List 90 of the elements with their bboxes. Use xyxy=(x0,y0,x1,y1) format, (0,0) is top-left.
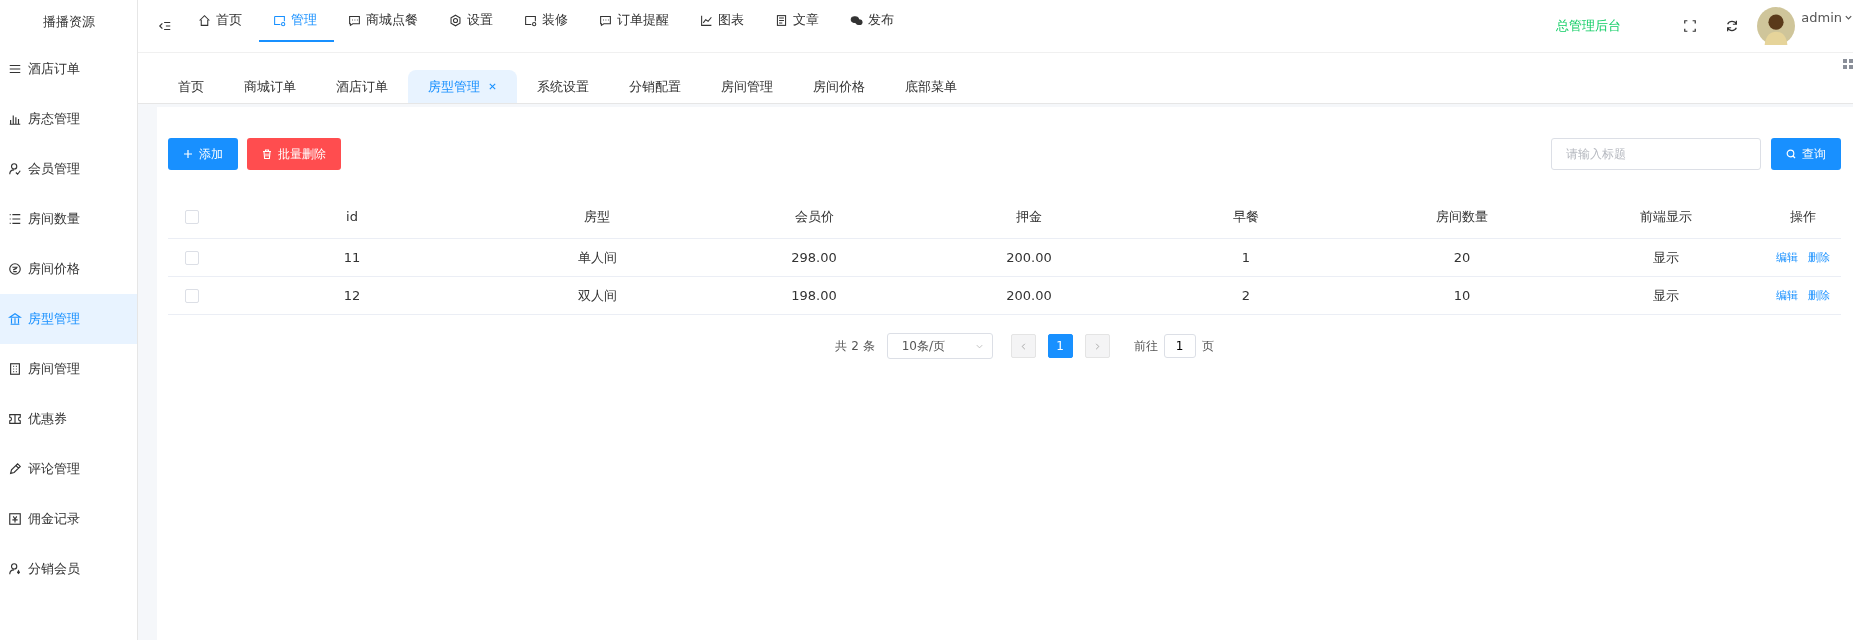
table-cell: 20 xyxy=(1453,250,1471,265)
sidebar-item[interactable]: 优惠券 xyxy=(0,394,137,444)
building-icon xyxy=(8,362,22,376)
tab[interactable]: 房间价格 xyxy=(793,70,885,103)
sidebar-item[interactable]: 分销会员 xyxy=(0,544,137,594)
document-icon xyxy=(775,13,788,27)
coin-icon xyxy=(8,262,22,276)
column-header: id xyxy=(346,209,358,224)
column-header: 押金 xyxy=(1016,207,1042,226)
table-cell: 10 xyxy=(1453,288,1471,303)
nav-item[interactable]: 设置 xyxy=(435,0,510,42)
tab[interactable]: 分销配置 xyxy=(609,70,701,103)
user-check-icon xyxy=(8,162,22,176)
close-icon[interactable] xyxy=(488,82,497,91)
sidebar-item[interactable]: 房间价格 xyxy=(0,244,137,294)
total-count: 共 2 条 xyxy=(835,337,875,355)
bank-icon xyxy=(8,312,22,326)
nav-item[interactable]: 商城点餐 xyxy=(334,0,435,42)
brand-title: 播播资源 xyxy=(41,13,96,31)
user-menu[interactable]: admin xyxy=(1801,10,1853,25)
line-chart-icon xyxy=(700,13,713,27)
monitor-gear-icon xyxy=(273,13,286,27)
tab[interactable]: 酒店订单 xyxy=(316,70,408,103)
table-cell: 2 xyxy=(1241,288,1251,303)
fullscreen-icon[interactable] xyxy=(1683,19,1698,33)
sidebar-item[interactable]: 佣金记录 xyxy=(0,494,137,544)
sidebar-item[interactable]: 房间管理 xyxy=(0,344,137,394)
nav-item[interactable]: 订单提醒 xyxy=(585,0,686,42)
refresh-icon[interactable] xyxy=(1725,19,1740,33)
table-cell: 198.00 xyxy=(791,288,837,303)
chevron-left-icon xyxy=(1018,341,1028,351)
tab[interactable]: 房间管理 xyxy=(701,70,793,103)
tab[interactable]: 系统设置 xyxy=(517,70,609,103)
column-header: 会员价 xyxy=(794,207,834,226)
table-cell: 200.00 xyxy=(1006,288,1052,303)
user-star-icon xyxy=(8,562,22,576)
chat-icon xyxy=(348,13,361,27)
page-unit-label: 页 xyxy=(1201,337,1214,355)
sidebar-item[interactable]: 房间数量 xyxy=(0,194,137,244)
search-icon xyxy=(1786,149,1796,159)
nav-item[interactable]: 图表 xyxy=(686,0,761,42)
tab[interactable]: 首页 xyxy=(158,70,224,103)
chat-bubbles-icon xyxy=(850,13,863,27)
table-cell: 双人间 xyxy=(577,286,617,305)
chat-icon xyxy=(599,13,612,27)
menu-icon xyxy=(8,62,22,76)
sidebar-item[interactable]: 会员管理 xyxy=(0,144,137,194)
page-size-select[interactable]: 10条/页 xyxy=(886,333,993,359)
trash-icon xyxy=(262,149,272,159)
home-icon xyxy=(198,13,211,27)
monitor-gear-icon xyxy=(524,13,537,27)
table-cell: 200.00 xyxy=(1006,250,1052,265)
sidebar-item[interactable]: 房态管理 xyxy=(0,94,137,144)
table-cell: 显示 xyxy=(1653,286,1679,305)
sidebar-item[interactable]: 评论管理 xyxy=(0,444,137,494)
nav-item[interactable]: 文章 xyxy=(761,0,836,42)
table-cell: 12 xyxy=(343,288,361,303)
checkbox[interactable] xyxy=(185,209,199,224)
plus-icon xyxy=(183,149,193,159)
ticket-icon xyxy=(8,412,22,426)
table-cell: 单人间 xyxy=(577,248,617,267)
table-cell: 1 xyxy=(1241,250,1251,265)
page-number-field[interactable]: 1 xyxy=(1163,334,1196,358)
table-cell: 显示 xyxy=(1653,248,1679,267)
nav-item[interactable]: 首页 xyxy=(184,0,259,42)
tab[interactable]: 商城订单 xyxy=(224,70,316,103)
list-icon xyxy=(8,212,22,226)
gear-icon xyxy=(449,13,462,27)
checkbox[interactable] xyxy=(185,288,199,303)
goto-label: 前往 xyxy=(1133,337,1158,355)
tab[interactable]: 底部菜单 xyxy=(885,70,977,103)
sidebar-item[interactable]: 酒店订单 xyxy=(0,44,137,94)
search-field[interactable]: 请输入标题 xyxy=(1551,138,1761,170)
grid-icon[interactable] xyxy=(1843,59,1853,69)
nav-item[interactable]: 装修 xyxy=(510,0,585,42)
column-header: 房间数量 xyxy=(1436,207,1488,226)
nav-item[interactable]: 发布 xyxy=(836,0,911,42)
table-cell: 298.00 xyxy=(791,250,837,265)
header-title: 总管理后台 xyxy=(1556,17,1622,35)
column-header: 房型 xyxy=(584,207,610,226)
avatar[interactable] xyxy=(1757,7,1796,45)
column-header: 早餐 xyxy=(1233,207,1259,226)
checkbox[interactable] xyxy=(185,250,199,265)
money-icon xyxy=(8,512,22,526)
column-header: 前端显示 xyxy=(1640,207,1692,226)
column-header: 操作 xyxy=(1789,207,1816,226)
table-cell: 11 xyxy=(343,250,361,265)
pencil-icon xyxy=(8,462,22,476)
chevron-down-icon xyxy=(1844,13,1853,22)
collapse-menu-icon[interactable] xyxy=(158,19,172,33)
